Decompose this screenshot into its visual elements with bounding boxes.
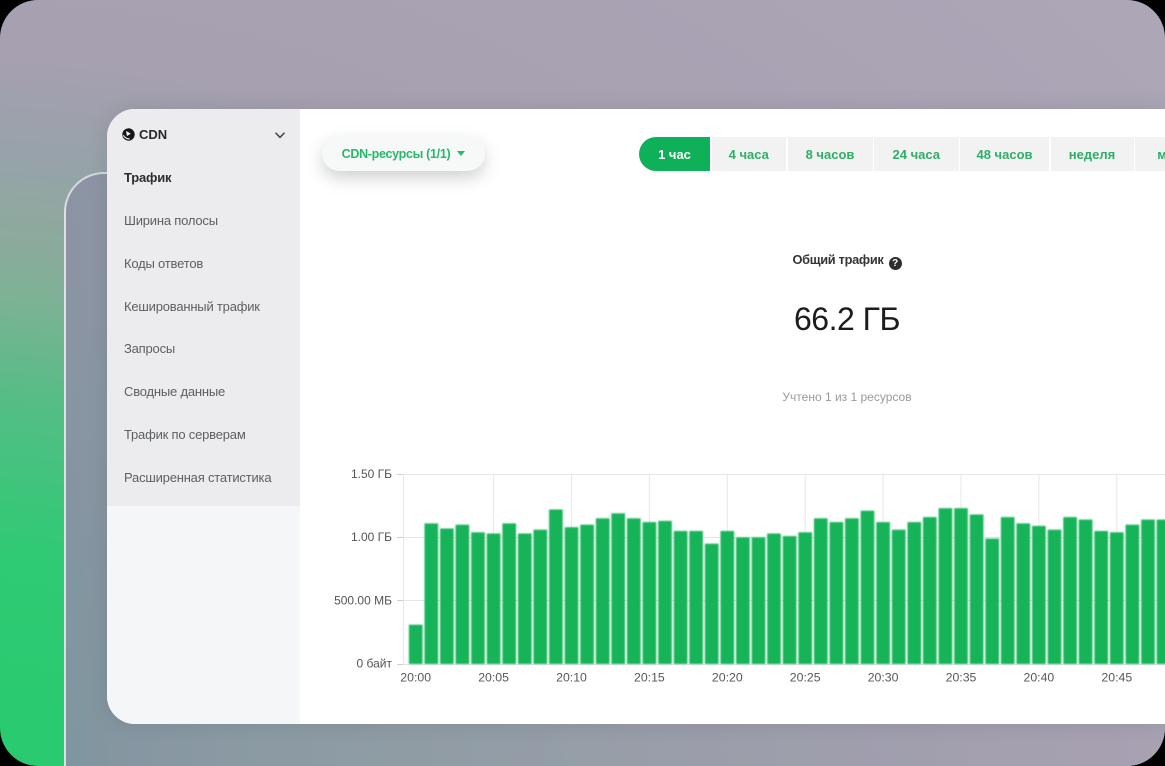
svg-text:500.00 МБ: 500.00 МБ <box>334 594 392 608</box>
svg-text:20:20: 20:20 <box>712 671 743 685</box>
svg-text:1.00 ГБ: 1.00 ГБ <box>351 530 392 544</box>
svg-text:20:30: 20:30 <box>868 671 899 685</box>
svg-text:1.50 ГБ: 1.50 ГБ <box>351 467 392 481</box>
svg-text:20:05: 20:05 <box>478 671 509 685</box>
svg-text:20:15: 20:15 <box>634 671 665 685</box>
svg-text:20:40: 20:40 <box>1024 671 1055 685</box>
svg-text:20:10: 20:10 <box>556 671 587 685</box>
svg-text:20:45: 20:45 <box>1101 671 1132 685</box>
svg-text:20:25: 20:25 <box>790 671 821 685</box>
svg-text:20:35: 20:35 <box>946 671 977 685</box>
svg-text:20:00: 20:00 <box>400 671 431 685</box>
svg-text:0 байт: 0 байт <box>357 657 393 671</box>
